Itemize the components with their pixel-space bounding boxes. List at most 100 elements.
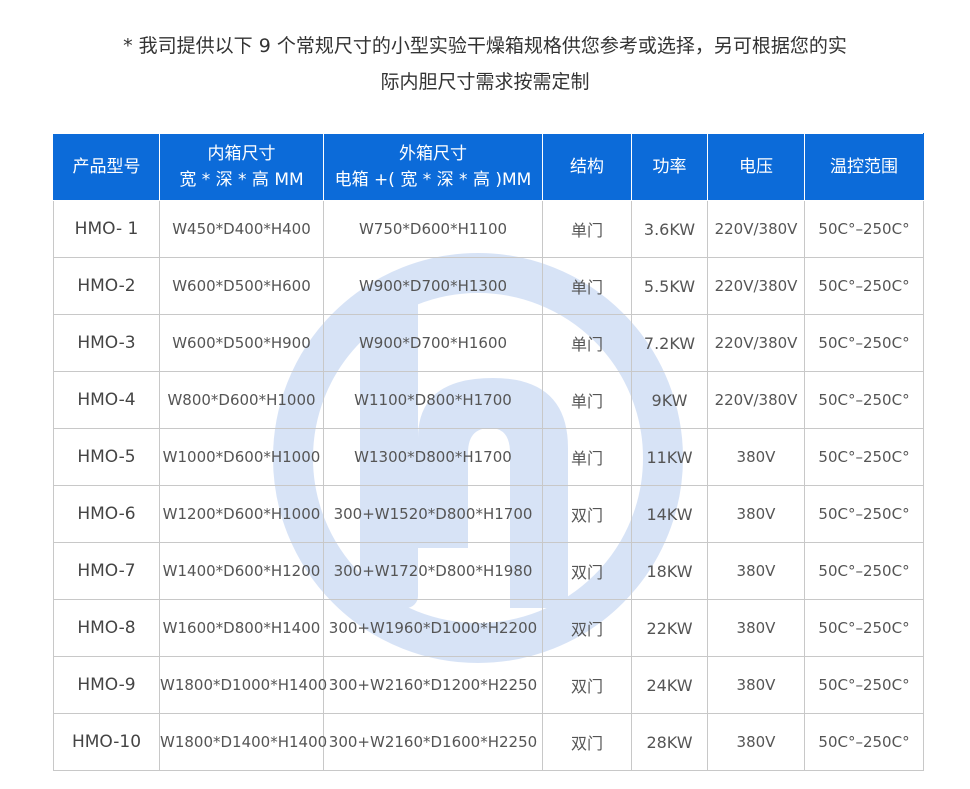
header-inner-size-label: 内箱尺寸 xyxy=(207,144,276,164)
table-row: HMO-6 W1200*D600*H1000 300+W1520*D800*H170… xyxy=(53,485,924,543)
cell-power: 9KW xyxy=(631,371,708,429)
cell-temp-range: 50C°–250C° xyxy=(804,599,924,657)
table-row: HMO-10 W1800*D1400*H1400 300+W2160*D1600*H… xyxy=(53,713,924,771)
spec-table: 产品型号 内箱尺寸宽 * 深 * 高 MM 外箱尺寸 电箱 +( 宽 * 深 * 高 … xyxy=(53,133,924,771)
header-structure: 结构 xyxy=(542,133,632,201)
header-model-label: 产品型号 xyxy=(72,157,141,177)
cell-inner-size: W1200*D600*H1000 xyxy=(159,485,324,543)
cell-temp-range: 50C°–250C° xyxy=(804,428,924,486)
cell-voltage: 380V xyxy=(707,485,805,543)
cell-structure: 双门 xyxy=(542,656,632,714)
cell-outer-size: W1300*D800*H1700 xyxy=(323,428,543,486)
cell-power: 11KW xyxy=(631,428,708,486)
cell-power: 7.2KW xyxy=(631,314,708,372)
table-row: HMO-4 W800*D600*H1000 W1100*D800*H1700 单门 9K… xyxy=(53,371,924,429)
header-voltage: 电压 xyxy=(707,133,805,201)
cell-outer-size: 300+W2160*D1200*H2250 xyxy=(323,656,543,714)
cell-voltage: 380V xyxy=(707,428,805,486)
cell-outer-size: W900*D700*H1600 xyxy=(323,314,543,372)
cell-outer-size: W1100*D800*H1700 xyxy=(323,371,543,429)
cell-structure: 双门 xyxy=(542,542,632,600)
cell-structure: 单门 xyxy=(542,200,632,258)
cell-model: HMO-3 xyxy=(53,314,160,372)
cell-power: 24KW xyxy=(631,656,708,714)
cell-voltage: 220V/380V xyxy=(707,257,805,315)
header-structure-label: 结构 xyxy=(570,157,604,177)
cell-model: HMO- 1 xyxy=(53,200,160,258)
cell-structure: 单门 xyxy=(542,314,632,372)
cell-voltage: 220V/380V xyxy=(707,371,805,429)
cell-model: HMO-8 xyxy=(53,599,160,657)
header-voltage-label: 电压 xyxy=(739,157,773,177)
cell-inner-size: W1800*D1000*H1400 xyxy=(159,656,327,714)
cell-inner-size: W1800*D1400*H1400 xyxy=(159,713,327,771)
header-model: 产品型号 xyxy=(53,133,160,201)
table-row: HMO-7 W1400*D600*H1200 300+W1720*D800*H198… xyxy=(53,542,924,600)
cell-voltage: 380V xyxy=(707,542,805,600)
cell-temp-range: 50C°–250C° xyxy=(804,542,924,600)
header-inner-size: 内箱尺寸宽 * 深 * 高 MM xyxy=(159,133,324,201)
cell-structure: 单门 xyxy=(542,257,632,315)
cell-voltage: 380V xyxy=(707,599,805,657)
cell-structure: 双门 xyxy=(542,713,632,771)
table-body: HMO- 1 W450*D400*H400 W750*D600*H1100 单门 3.6… xyxy=(53,200,924,771)
cell-model: HMO-9 xyxy=(53,656,160,714)
cell-temp-range: 50C°–250C° xyxy=(804,257,924,315)
header-inner-size-sublabel: 宽 * 深 * 高 MM xyxy=(179,170,304,190)
cell-structure: 单门 xyxy=(542,428,632,486)
cell-temp-range: 50C°–250C° xyxy=(804,713,924,771)
intro-line-1: * 我司提供以下 9 个常规尺寸的小型实验干燥箱规格供您参考或选择，另可根据您的… xyxy=(123,35,847,57)
cell-voltage: 220V/380V xyxy=(707,200,805,258)
cell-power: 5.5KW xyxy=(631,257,708,315)
header-outer-size-sublabel: 电箱 +( 宽 * 深 * 高 )MM xyxy=(334,170,532,190)
cell-structure: 单门 xyxy=(542,371,632,429)
header-outer-size-label: 外箱尺寸 xyxy=(399,144,467,164)
cell-voltage: 220V/380V xyxy=(707,314,805,372)
cell-temp-range: 50C°–250C° xyxy=(804,485,924,543)
header-power-label: 功率 xyxy=(652,157,687,177)
cell-power: 28KW xyxy=(631,713,708,771)
cell-model: HMO-4 xyxy=(53,371,160,429)
cell-model: HMO-6 xyxy=(53,485,160,543)
table-row: HMO-9 W1800*D1000*H1400 300+W2160*D1200*H2… xyxy=(53,656,924,714)
cell-temp-range: 50C°–250C° xyxy=(804,656,924,714)
cell-temp-range: 50C°–250C° xyxy=(804,200,924,258)
cell-power: 22KW xyxy=(631,599,708,657)
header-outer-size: 外箱尺寸电箱 +( 宽 * 深 * 高 )MM xyxy=(323,133,543,201)
table-row: HMO- 1 W450*D400*H400 W750*D600*H1100 单门 3.6… xyxy=(53,200,924,258)
cell-model: HMO-5 xyxy=(53,428,160,486)
table-row: HMO-5 W1000*D600*H1000 W1300*D800*H1700 单门 1… xyxy=(53,428,924,486)
header-power: 功率 xyxy=(631,133,708,201)
cell-inner-size: W450*D400*H400 xyxy=(159,200,324,258)
cell-outer-size: 300+W1720*D800*H1980 xyxy=(323,542,543,600)
intro-text: * 我司提供以下 9 个常规尺寸的小型实验干燥箱规格供您参考或选择，另可根据您的… xyxy=(0,28,970,100)
cell-temp-range: 50C°–250C° xyxy=(804,314,924,372)
intro-line-2: 际内胆尺寸需求按需定制 xyxy=(380,71,590,93)
cell-power: 18KW xyxy=(631,542,708,600)
cell-inner-size: W1000*D600*H1000 xyxy=(159,428,324,486)
cell-model: HMO-7 xyxy=(53,542,160,600)
cell-outer-size: 300+W1520*D800*H1700 xyxy=(323,485,543,543)
header-temp-range-label: 温控范围 xyxy=(830,157,898,177)
table-header-row: 产品型号 内箱尺寸宽 * 深 * 高 MM 外箱尺寸 电箱 +( 宽 * 深 * 高 … xyxy=(53,133,924,201)
cell-outer-size: 300+W1960*D1000*H2200 xyxy=(323,599,543,657)
table-row: HMO-8 W1600*D800*H1400 300+W1960*D1000*H22… xyxy=(53,599,924,657)
cell-temp-range: 50C°–250C° xyxy=(804,371,924,429)
cell-outer-size: W900*D700*H1300 xyxy=(323,257,543,315)
cell-model: HMO-2 xyxy=(53,257,160,315)
cell-inner-size: W600*D500*H900 xyxy=(159,314,324,372)
cell-model: HMO-10 xyxy=(53,713,160,771)
table-row: HMO-2 W600*D500*H600 W900*D700*H1300 单门 5.5K… xyxy=(53,257,924,315)
cell-inner-size: W800*D600*H1000 xyxy=(159,371,324,429)
cell-inner-size: W1600*D800*H1400 xyxy=(159,599,324,657)
cell-inner-size: W1400*D600*H1200 xyxy=(159,542,324,600)
table-row: HMO-3 W600*D500*H900 W900*D700*H1600 单门 7.2K… xyxy=(53,314,924,372)
cell-outer-size: 300+W2160*D1600*H2250 xyxy=(323,713,543,771)
cell-voltage: 380V xyxy=(707,713,805,771)
cell-outer-size: W750*D600*H1100 xyxy=(323,200,543,258)
cell-structure: 双门 xyxy=(542,599,632,657)
cell-voltage: 380V xyxy=(707,656,805,714)
cell-power: 3.6KW xyxy=(631,200,708,258)
header-temp-range: 温控范围 xyxy=(804,133,924,201)
cell-inner-size: W600*D500*H600 xyxy=(159,257,324,315)
